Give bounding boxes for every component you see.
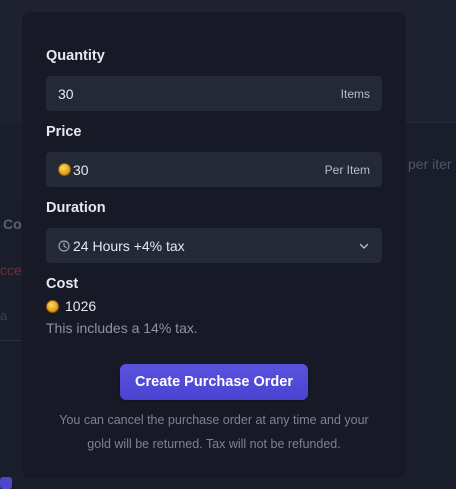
duration-select-value[interactable]: 24 Hours +4% tax [58,238,358,254]
duration-value: 24 Hours +4% tax [73,237,185,254]
price-input-wrapper[interactable]: 30 [58,162,325,178]
cost-total: 1026 [46,298,96,314]
quantity-field[interactable]: 30 Items [46,76,382,111]
duration-select[interactable]: 24 Hours +4% tax [46,228,382,263]
cost-label: Cost [46,276,79,292]
background-left-panel [0,200,22,489]
clock-icon [58,239,70,252]
background-blue-badge [0,477,12,489]
purchase-order-modal: Quantity 30 Items Price 30 Per Item Dura… [22,12,406,478]
coin-icon [58,163,71,176]
quantity-label: Quantity [46,48,105,64]
background-text-fragment: a [0,308,8,323]
background-heading-fragment: Co [3,216,22,232]
coin-icon [46,299,59,313]
create-purchase-order-button[interactable]: Create Purchase Order [120,364,308,400]
chevron-down-icon[interactable] [358,240,370,252]
cost-value: 1026 [65,298,97,314]
price-label: Price [46,124,82,140]
price-field[interactable]: 30 Per Item [46,152,382,187]
background-per-item-text: per iter [408,156,452,172]
tax-note: This includes a 14% tax. [46,320,198,336]
duration-label: Duration [46,200,106,216]
price-input[interactable]: 30 [73,162,89,178]
quantity-input[interactable]: 30 [58,86,341,102]
background-side-panel [406,122,456,489]
background-divider [0,340,22,341]
cancellation-note: You can cancel the purchase order at any… [59,413,369,451]
price-suffix: Per Item [324,162,370,177]
quantity-suffix: Items [340,86,370,101]
